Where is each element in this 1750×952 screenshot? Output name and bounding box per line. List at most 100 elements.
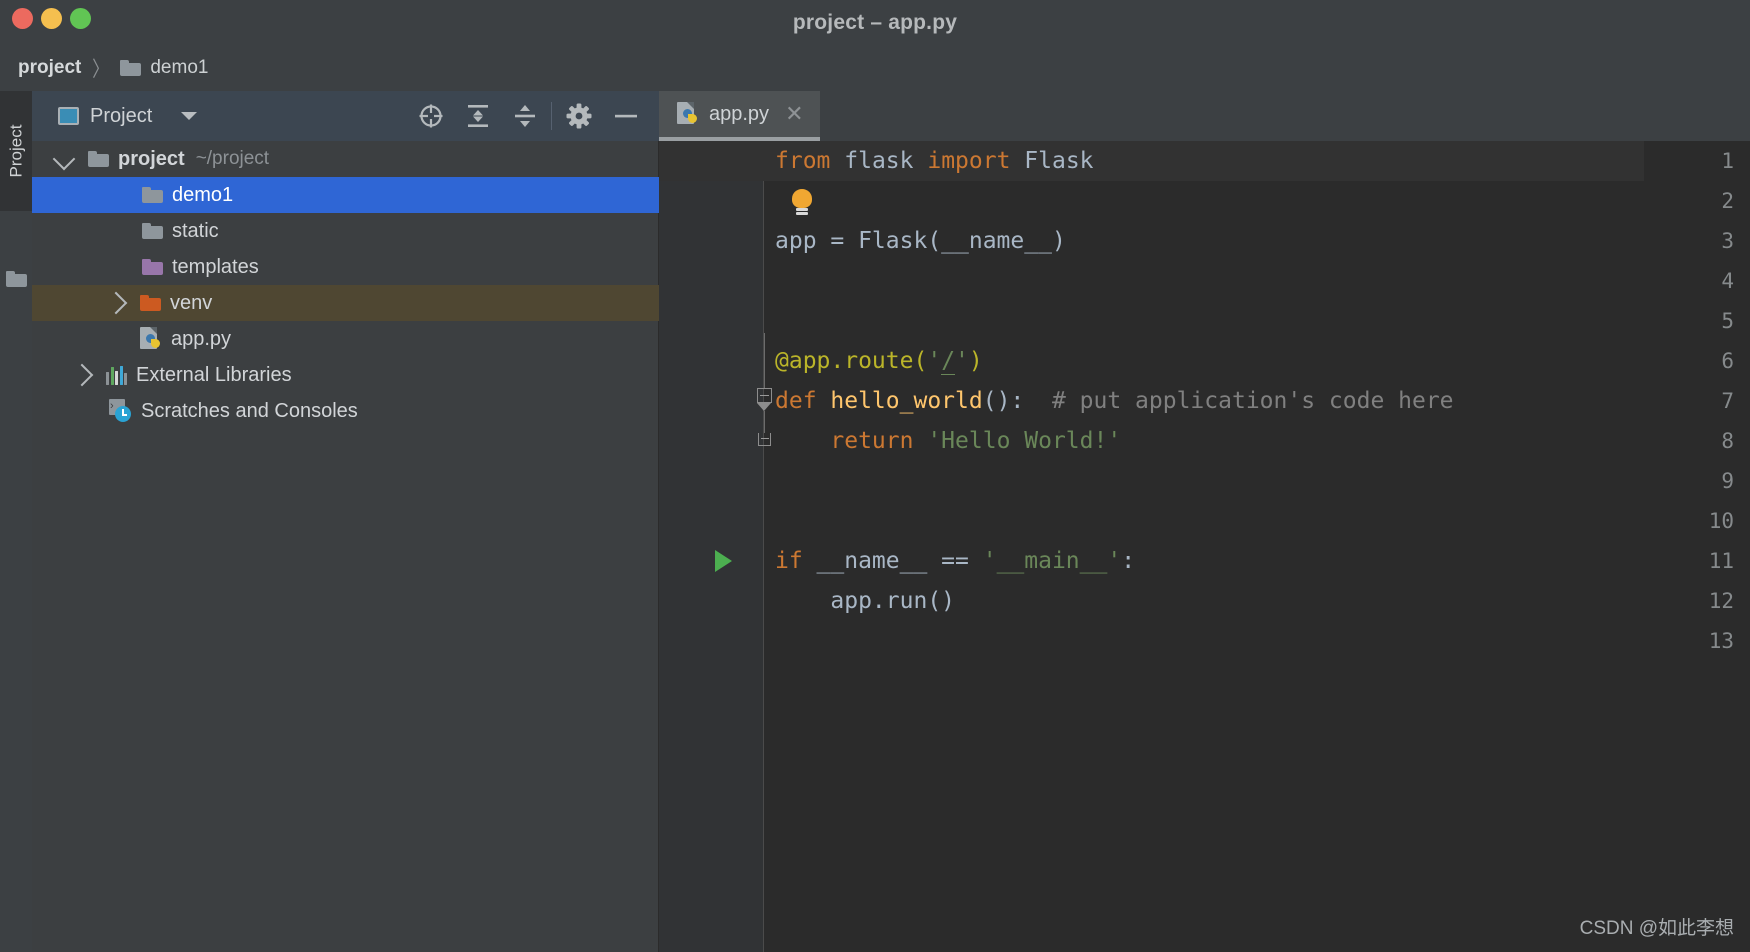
tree-item-label: Scratches and Consoles (141, 399, 358, 422)
locate-icon[interactable] (407, 91, 454, 141)
tree-item-label: project (118, 147, 185, 170)
code-token: __name__ == (816, 548, 983, 574)
code-token: app = Flask(__name__) (775, 228, 1066, 254)
project-window-icon (58, 107, 79, 125)
folder-icon (88, 151, 109, 167)
editor-area: app.py ✕ 1 2 3 4 5 6 7 8 9 10 11 12 13 f… (659, 91, 1750, 952)
folder-icon (142, 223, 163, 239)
tree-row-venv[interactable]: venv (32, 285, 659, 321)
gear-icon[interactable] (555, 91, 602, 141)
python-file-icon (140, 327, 162, 351)
folder-icon (120, 60, 142, 76)
project-panel-title: Project (90, 104, 153, 127)
expand-all-icon[interactable] (454, 91, 501, 141)
code-token: ' (955, 348, 969, 374)
chevron-down-icon[interactable] (181, 112, 198, 120)
title-bar: project – app.py (0, 0, 1750, 45)
tree-item-label: venv (170, 291, 213, 314)
code-token: ' (927, 348, 942, 374)
folder-icon (142, 187, 163, 203)
code-token: import (927, 148, 1025, 174)
left-tool-stripe: Project (0, 91, 32, 952)
watermark: CSDN @如此李想 (1579, 918, 1734, 939)
tree-row-project[interactable]: project ~/project (32, 141, 659, 177)
tree-row-demo1[interactable]: demo1 (32, 177, 659, 213)
code-line-12: app.run() (765, 581, 955, 621)
tree-row-templates[interactable]: templates (32, 249, 659, 285)
editor-tab-label: app.py (709, 102, 770, 125)
close-icon[interactable]: ✕ (785, 103, 803, 125)
chevron-right-icon[interactable] (104, 291, 128, 315)
code-line-1: from flask import Flask (765, 141, 1094, 181)
code-token: def (775, 388, 831, 414)
code-token: hello_world (830, 388, 983, 414)
tree-item-path: ~/project (195, 148, 270, 169)
code-token: / (941, 348, 956, 375)
tree-item-label: templates (172, 255, 259, 278)
tree-item-label: demo1 (172, 183, 234, 206)
breadcrumb-current[interactable]: demo1 (150, 57, 208, 79)
code-token: if (775, 548, 817, 574)
code-token: flask (844, 148, 928, 174)
code-token: Flask (1024, 148, 1094, 174)
tree-item-label: static (172, 219, 219, 242)
traffic-lights (12, 8, 91, 29)
breadcrumb-separator-icon: 〉 (92, 58, 110, 81)
tree-item-label: app.py (171, 327, 232, 350)
code-token: return (775, 428, 928, 454)
code-line-7: def hello_world(): # put application's c… (765, 381, 1454, 421)
code-line-6: @app.route('/') (765, 341, 983, 381)
tool-window-button-project-label: Project (6, 124, 26, 178)
code-token: 'Hello World!' (927, 428, 1122, 454)
external-libraries-icon (106, 365, 127, 385)
chevron-right-icon[interactable] (70, 363, 94, 387)
folder-icon (142, 259, 163, 275)
collapse-all-icon[interactable] (501, 91, 548, 141)
code-token: @app.route( (775, 348, 928, 374)
code-line-8: return 'Hello World!' (765, 421, 1121, 461)
close-window-button[interactable] (12, 8, 33, 29)
tree-row-external-libraries[interactable]: External Libraries (32, 357, 659, 393)
run-arrow-icon[interactable] (715, 550, 732, 572)
folder-icon (6, 271, 27, 287)
project-panel-toolbar (407, 91, 649, 141)
breadcrumb: project 〉 demo1 (0, 45, 1750, 91)
project-tool-window: Project project ~/project demo1 static t… (32, 91, 659, 952)
editor-gutter[interactable] (659, 141, 764, 952)
code-token: ) (968, 348, 983, 374)
code-line-3: app = Flask(__name__) (765, 221, 1066, 261)
hide-icon[interactable] (602, 91, 649, 141)
code-line-11: if __name__ == '__main__': (765, 541, 1135, 581)
breadcrumb-root[interactable]: project (18, 57, 81, 79)
code-content[interactable]: from flask import Flask app = Flask(__na… (765, 141, 1750, 952)
code-token: : (1121, 548, 1136, 574)
tree-item-label: External Libraries (136, 363, 292, 386)
editor-tab-app-py[interactable]: app.py ✕ (659, 91, 820, 141)
code-token: '__main__' (982, 548, 1122, 574)
code-comment: # put application's code here (1024, 388, 1454, 414)
tool-window-button-project[interactable]: Project (0, 91, 32, 211)
code-token: app.run() (775, 588, 956, 614)
tree-row-static[interactable]: static (32, 213, 659, 249)
folder-icon (140, 295, 161, 311)
code-editor[interactable]: 1 2 3 4 5 6 7 8 9 10 11 12 13 from flask… (659, 141, 1750, 952)
toolbar-divider (551, 102, 552, 130)
code-token: from (775, 148, 845, 174)
chevron-down-icon[interactable] (52, 147, 76, 171)
editor-tab-bar: app.py ✕ (659, 91, 1750, 141)
maximize-window-button[interactable] (70, 8, 91, 29)
python-file-icon (677, 102, 699, 126)
project-panel-title-group[interactable]: Project (58, 104, 198, 128)
tree-row-scratches-and-consoles[interactable]: › Scratches and Consoles (32, 393, 659, 429)
project-tree: project ~/project demo1 static templates (32, 141, 659, 429)
tree-row-app-py[interactable]: app.py (32, 321, 659, 357)
lightbulb-icon[interactable] (789, 189, 815, 215)
code-token: (): (982, 388, 1025, 414)
minimize-window-button[interactable] (41, 8, 62, 29)
